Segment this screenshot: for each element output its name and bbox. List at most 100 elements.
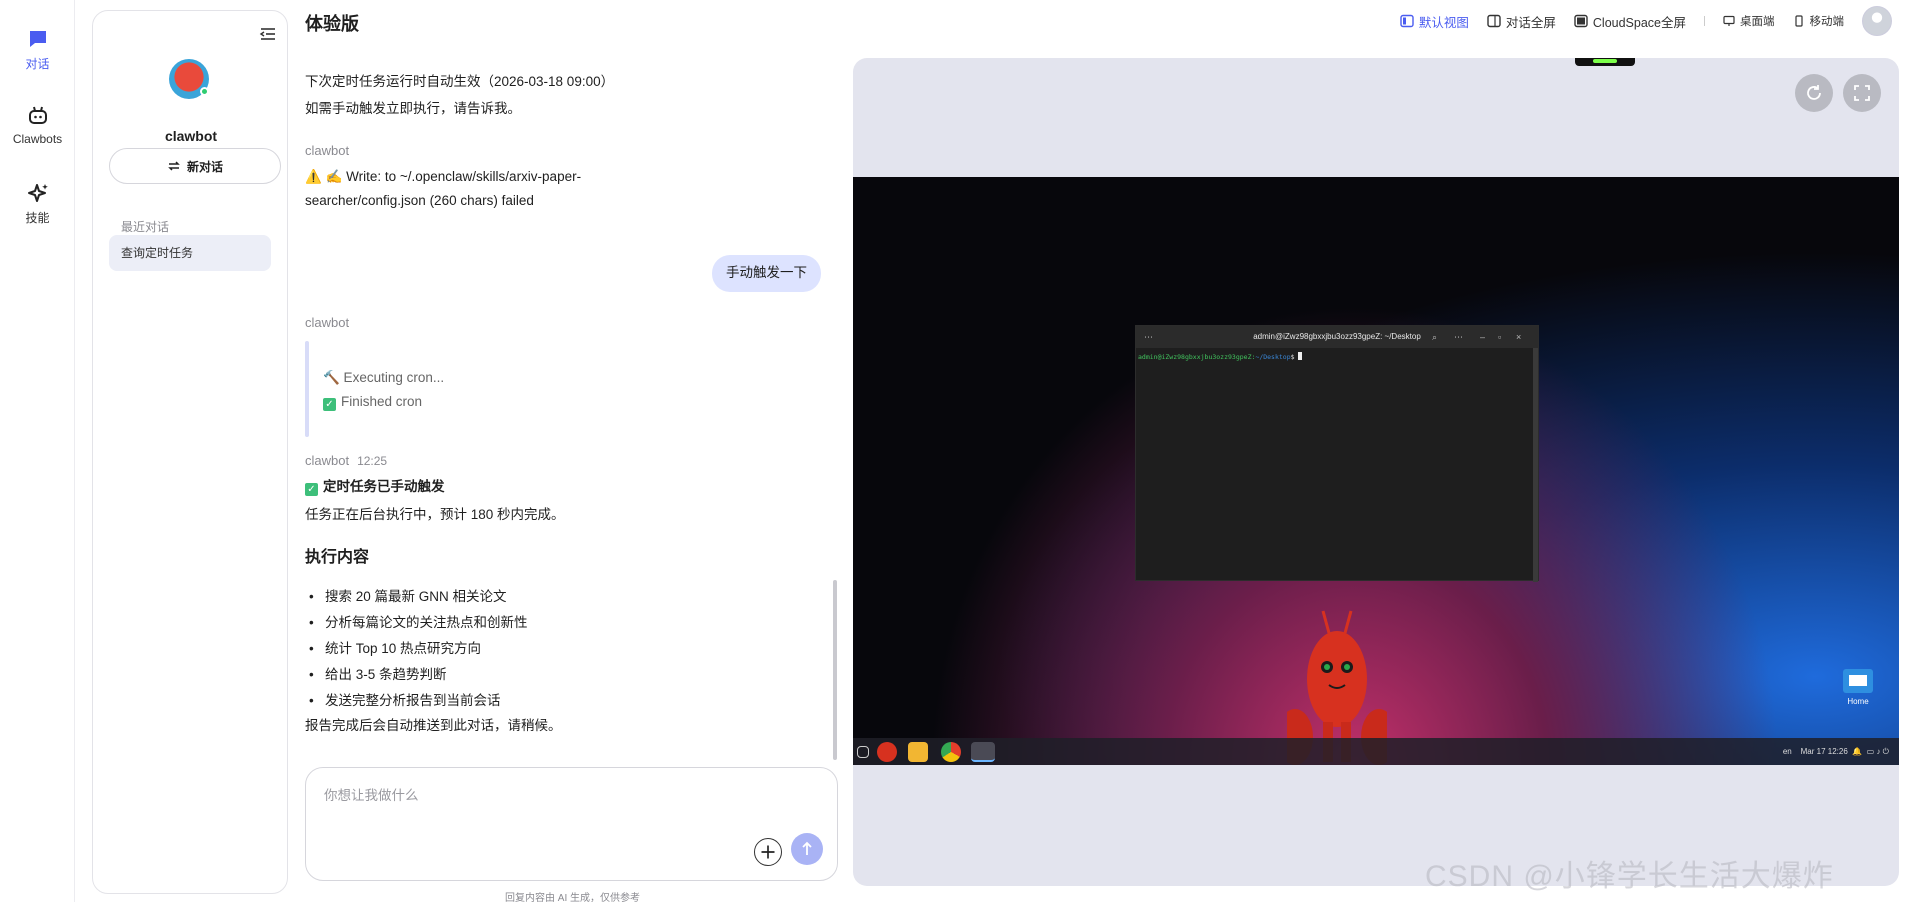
desktop-taskbar: en Mar 17 12:26 🔔 ▭ ♪ ⏻ <box>853 738 1899 765</box>
close-icon[interactable]: × <box>1516 326 1521 348</box>
fullscreen-button[interactable] <box>1843 74 1881 112</box>
nav-item-label: Clawbots <box>12 132 63 146</box>
online-status-dot <box>200 87 209 96</box>
chat-scrollbar-thumb[interactable] <box>833 580 837 760</box>
terminal-titlebar[interactable]: ⋯ admin@iZwz98gbxxjbu3ozz93gpeZ: ~/Deskt… <box>1136 326 1538 348</box>
collapse-sidebar-icon[interactable] <box>259 25 277 43</box>
message-text: ⚠️ ✍️ Write: to ~/.openclaw/skills/arxiv… <box>305 169 582 184</box>
user-avatar[interactable] <box>1862 6 1892 36</box>
app-root: 对话 Clawbots 技能 clawbot 新对话 最近对话 查询定时任务 体… <box>0 0 1907 902</box>
view-chat-fullscreen-button[interactable]: 对话全屏 <box>1487 12 1556 31</box>
power-icon[interactable]: ⏻ <box>1883 747 1889 756</box>
list-item: 搜索 20 篇最新 GNN 相关论文 <box>305 586 507 609</box>
message-text: 下次定时任务运行时自动生效（2026-03-18 09:00） <box>305 74 615 89</box>
page-title: 体验版 <box>305 14 359 34</box>
conversation-panel: clawbot 新对话 最近对话 查询定时任务 <box>92 10 288 894</box>
view-label: 对话全屏 <box>1505 15 1556 30</box>
terminal-more-icon[interactable]: ⋯ <box>1454 326 1463 348</box>
send-button[interactable] <box>791 833 823 865</box>
nav-item-label: 对话 <box>25 57 50 71</box>
device-mobile-button[interactable]: 移动端 <box>1793 13 1845 29</box>
monitor-icon <box>1723 15 1735 26</box>
device-label: 桌面端 <box>1740 16 1775 28</box>
home-label: Home <box>1847 697 1869 706</box>
file-manager-icon[interactable] <box>908 742 928 762</box>
network-icon[interactable]: ▭ <box>1867 747 1875 756</box>
minimize-icon[interactable]: – <box>1480 326 1485 348</box>
desktop-home-shortcut[interactable]: Home <box>1833 669 1883 706</box>
terminal-menu-icon[interactable]: ⋯ <box>1144 326 1153 348</box>
message-time: 12:25 <box>357 454 388 468</box>
chat-scrollbar[interactable] <box>833 60 837 760</box>
device-desktop-button[interactable]: 桌面端 <box>1723 13 1775 29</box>
bot-name: clawbot <box>164 128 218 144</box>
volume-icon[interactable]: ♪ <box>1876 747 1880 756</box>
tool-status-text: Finished cron <box>341 394 423 409</box>
view-default-button[interactable]: 默认视图 <box>1400 12 1469 31</box>
clawbot-app-icon[interactable] <box>877 742 897 762</box>
add-attachment-button[interactable] <box>754 838 782 866</box>
composer <box>305 767 838 881</box>
sender-label: clawbot <box>305 315 350 330</box>
start-menu-icon[interactable] <box>857 746 869 758</box>
list-item: 发送完整分析报告到当前会话 <box>305 690 501 713</box>
nav-rail: 对话 Clawbots 技能 <box>0 0 75 902</box>
nav-item-chat[interactable]: 对话 <box>0 27 75 72</box>
home-folder-icon <box>1843 669 1873 693</box>
robot-icon <box>28 106 47 124</box>
list-item: 统计 Top 10 热点研究方向 <box>305 638 481 661</box>
terminal-scrollbar[interactable] <box>1533 348 1538 582</box>
remote-desktop-screen[interactable]: ⋯ admin@iZwz98gbxxjbu3ozz93gpeZ: ~/Deskt… <box>853 177 1899 765</box>
view-label: CloudSpace全屏 <box>1592 15 1686 30</box>
system-tray: en Mar 17 12:26 🔔 ▭ ♪ ⏻ <box>1783 738 1889 765</box>
sender-label: clawbot <box>305 453 350 468</box>
done-title: ✓ 定时任务已手动触发 <box>305 476 445 499</box>
prompt-symbol: $ <box>1290 353 1295 361</box>
terminal-title: admin@iZwz98gbxxjbu3ozz93gpeZ: ~/Desktop <box>1253 332 1421 341</box>
refresh-button[interactable] <box>1795 74 1833 112</box>
cloudspace-fullscreen-icon <box>1574 14 1588 28</box>
cloudspace-panel: ⋯ admin@iZwz98gbxxjbu3ozz93gpeZ: ~/Deskt… <box>853 58 1899 886</box>
nav-item-clawbots[interactable]: Clawbots <box>0 104 75 146</box>
sparkle-icon <box>27 184 48 202</box>
tray-language[interactable]: en <box>1783 747 1792 756</box>
toolbar-divider <box>1704 16 1705 26</box>
list-item: 给出 3-5 条趋势判断 <box>305 664 447 687</box>
bell-icon[interactable]: 🔔 <box>1852 747 1862 756</box>
watermark: CSDN @小锋学长生活大爆炸 <box>1425 860 1834 893</box>
new-chat-button[interactable]: 新对话 <box>109 148 281 184</box>
check-icon: ✓ <box>305 483 318 496</box>
ai-disclaimer: 回复内容由 AI 生成，仅供参考 <box>505 893 641 902</box>
list-item: 分析每篇论文的关注热点和创新性 <box>305 612 528 635</box>
chat-fullscreen-icon <box>1487 14 1501 28</box>
device-label: 移动端 <box>1809 16 1845 28</box>
sender-label: clawbot <box>305 143 350 158</box>
tool-status-line: 🔨 Executing cron... <box>323 370 445 385</box>
tray-clock[interactable]: Mar 17 12:26 <box>1801 747 1848 756</box>
prompt-user: admin@iZwz98gbxxjbu3ozz93gpeZ: <box>1138 353 1256 361</box>
message-text: 如需手动触发立即执行，请告诉我。 <box>305 101 521 116</box>
recent-conversation-item[interactable]: 查询定时任务 <box>109 235 271 271</box>
chrome-icon[interactable] <box>941 742 961 762</box>
view-label: 默认视图 <box>1418 15 1469 30</box>
user-message-bubble: 手动触发一下 <box>712 255 821 292</box>
split-view-icon <box>1400 14 1414 28</box>
maximize-icon[interactable]: ▫ <box>1498 326 1501 348</box>
tool-status-finished: ✓ Finished cron <box>323 391 422 414</box>
terminal-prompt: admin@iZwz98gbxxjbu3ozz93gpeZ:~/Desktop$ <box>1138 352 1303 361</box>
chat-messages: 下次定时任务运行时自动生效（2026-03-18 09:00） 如需手动触发立即… <box>305 55 835 755</box>
message-input[interactable] <box>306 768 837 880</box>
message-meta: clawbot 12:25 <box>305 450 387 472</box>
chat-icon <box>29 31 46 47</box>
terminal-search-icon[interactable]: ⌕ <box>1432 326 1437 348</box>
recent-section-label: 最近对话 <box>121 220 170 234</box>
terminal-cursor <box>1298 352 1303 360</box>
nav-item-skills[interactable]: 技能 <box>0 181 75 226</box>
view-cloudspace-fullscreen-button[interactable]: CloudSpace全屏 <box>1574 12 1686 31</box>
phone-icon <box>1794 15 1803 27</box>
bot-avatar <box>169 59 209 99</box>
terminal-window[interactable]: ⋯ admin@iZwz98gbxxjbu3ozz93gpeZ: ~/Deskt… <box>1135 325 1539 582</box>
terminal-taskbar-icon[interactable] <box>971 742 995 762</box>
prompt-path: ~/Desktop <box>1255 353 1291 361</box>
connection-indicator <box>1575 58 1635 66</box>
